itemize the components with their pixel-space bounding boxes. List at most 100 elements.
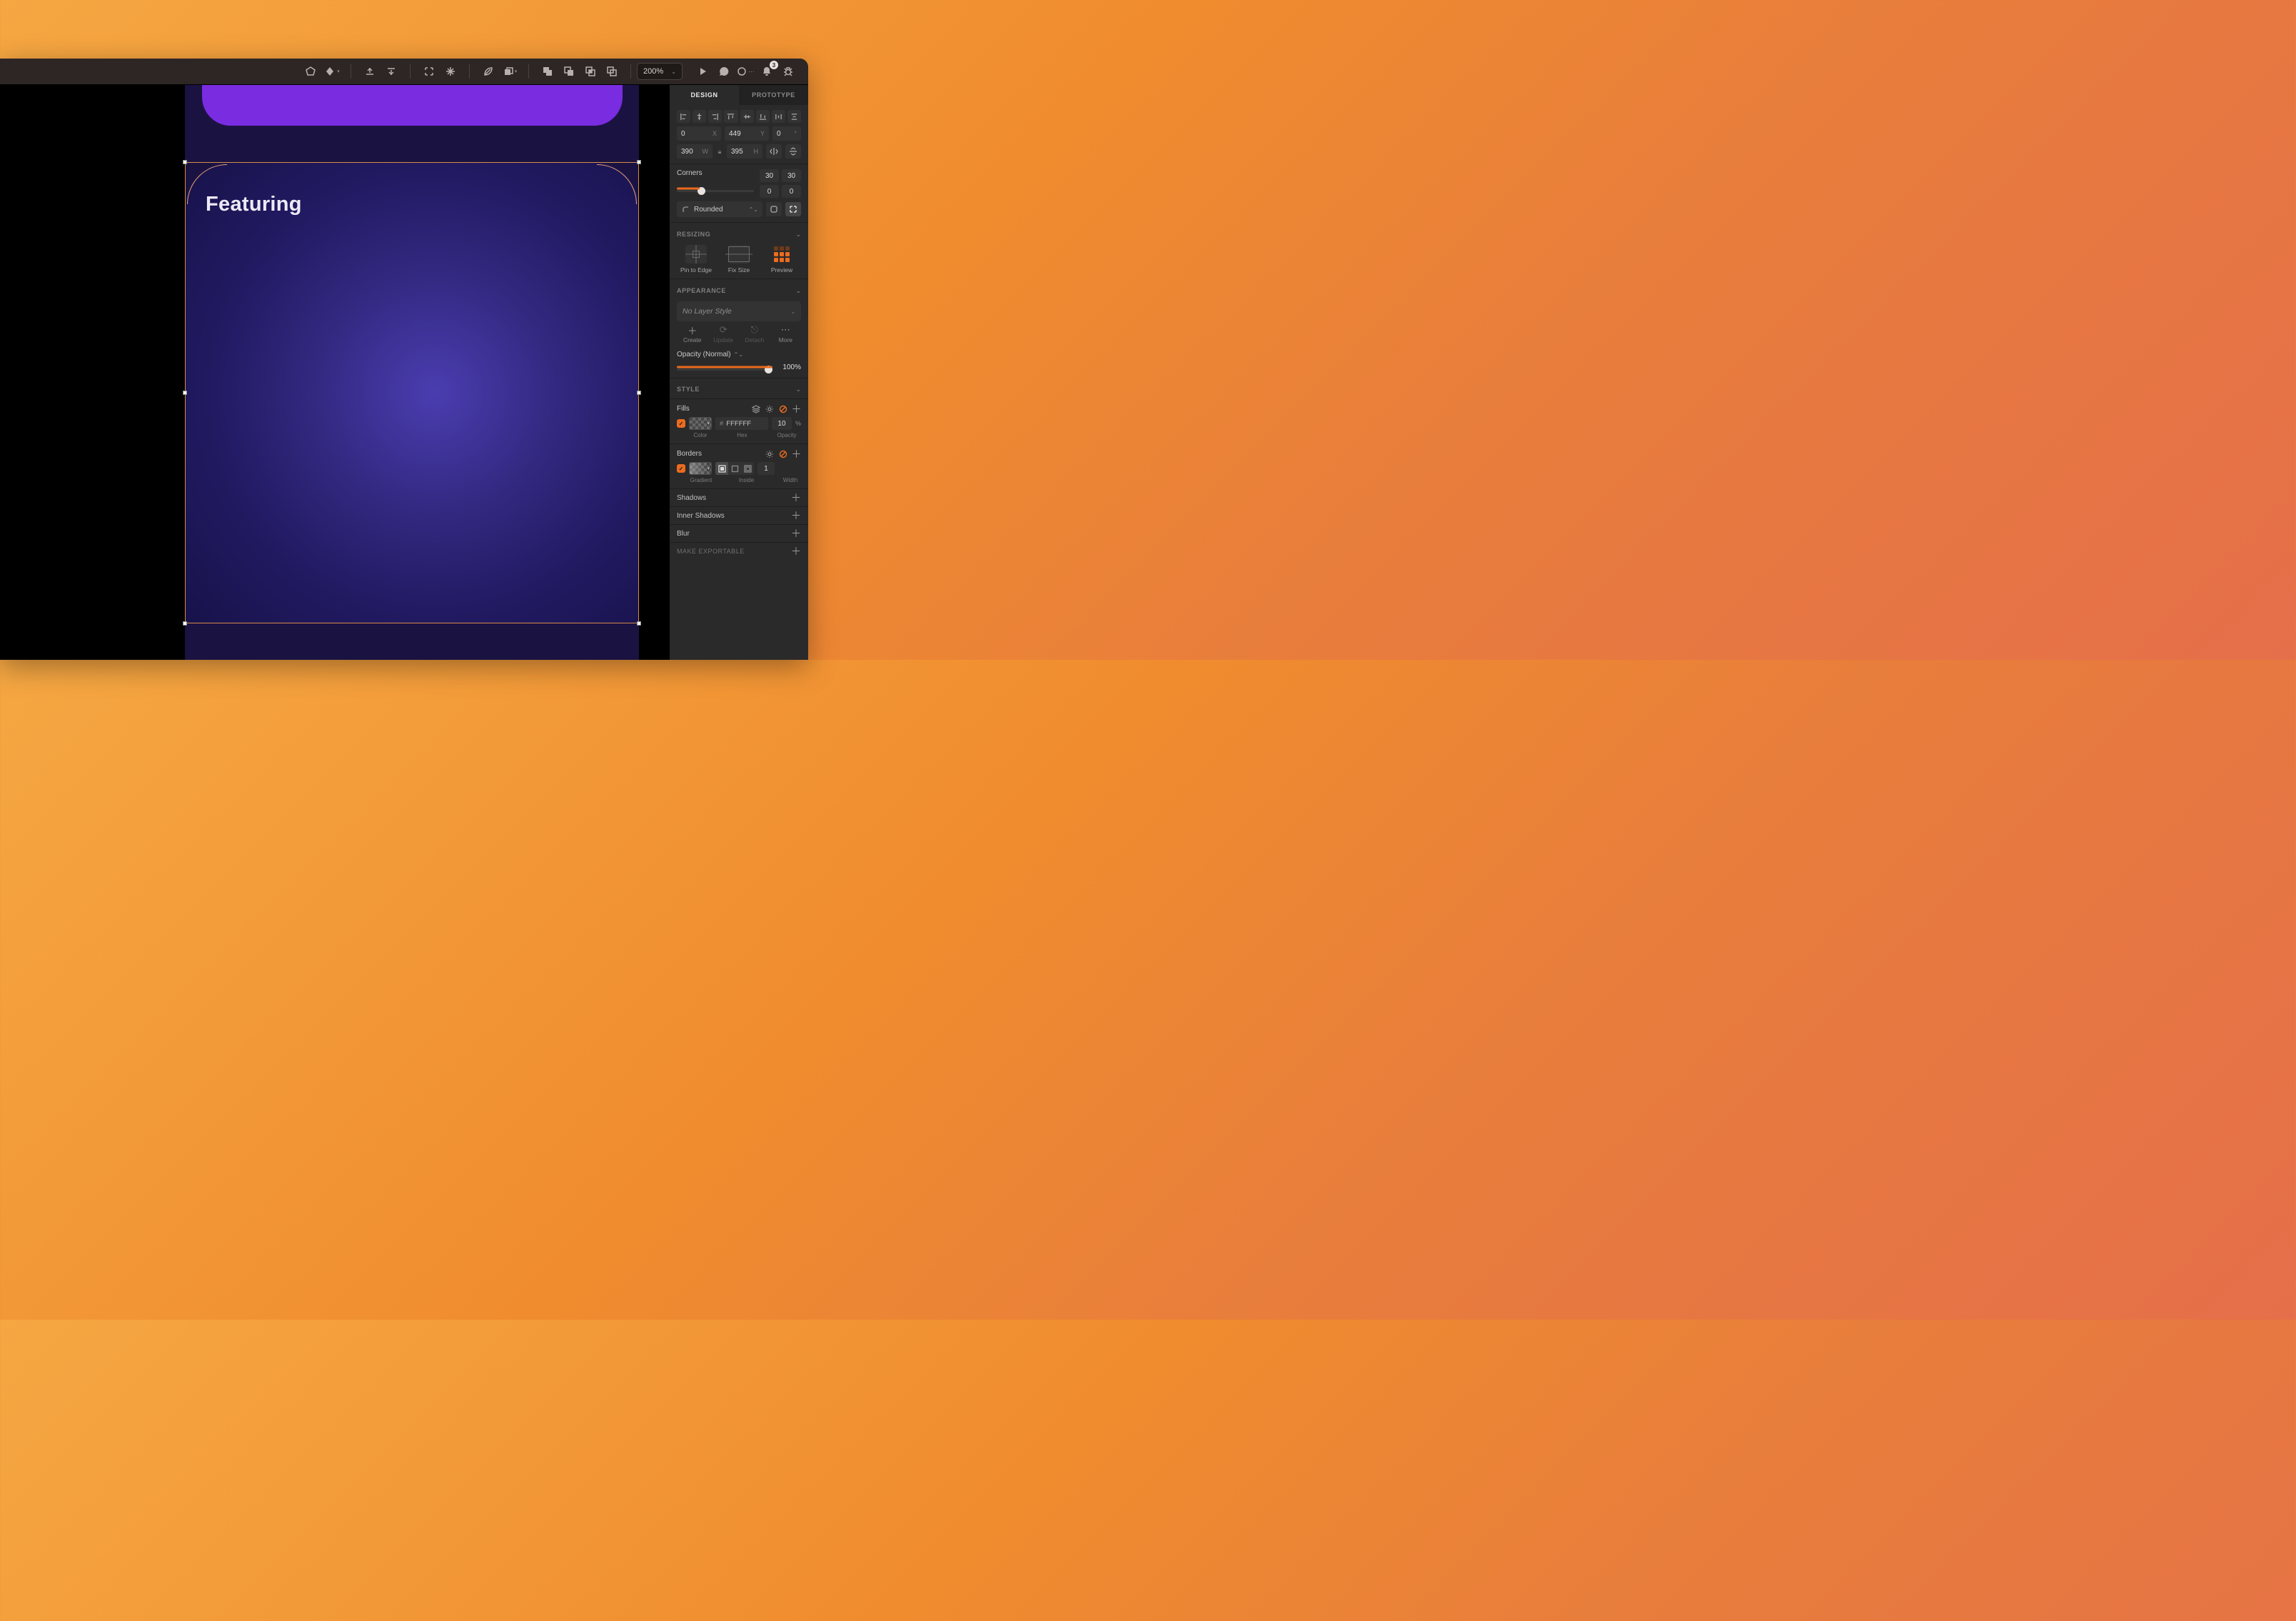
flip-h-icon[interactable] xyxy=(766,144,782,159)
shape-pentagon-tool[interactable] xyxy=(301,62,321,81)
corner-radius-slider[interactable] xyxy=(677,190,754,192)
border-position-toggle xyxy=(715,462,754,475)
blur-row[interactable]: Blur＋ xyxy=(677,525,801,542)
border-outside-icon[interactable] xyxy=(741,462,754,475)
focus-tool-icon[interactable] xyxy=(419,62,439,81)
align-right-icon[interactable] xyxy=(708,110,722,123)
inspector-tabs: DESIGN PROTOTYPE xyxy=(670,85,808,105)
notifications-icon[interactable]: 3 xyxy=(757,62,777,81)
fill-color-swatch[interactable]: ▾ xyxy=(689,417,712,430)
intersect-icon[interactable] xyxy=(580,62,600,81)
full-corners-icon[interactable] xyxy=(785,202,801,216)
corner-style-select[interactable]: Rounded ⌃⌄ xyxy=(677,201,762,217)
corner-tl-field[interactable]: 30 xyxy=(760,169,779,182)
tab-design[interactable]: DESIGN xyxy=(670,85,739,105)
opacity-value[interactable]: 100% xyxy=(777,363,801,371)
smooth-corners-icon[interactable] xyxy=(766,202,782,216)
add-export-icon[interactable]: ＋ xyxy=(791,546,801,556)
stack-tool-icon[interactable]: ▾ xyxy=(500,62,520,81)
add-inner-shadow-icon[interactable]: ＋ xyxy=(791,511,801,521)
resize-preview: Preview xyxy=(762,245,801,273)
add-border-icon[interactable]: ＋ xyxy=(792,449,801,458)
fills-label: Fills xyxy=(677,405,690,413)
leaf-tool-icon[interactable] xyxy=(478,62,498,81)
no-border-icon[interactable] xyxy=(778,449,787,458)
layers-icon[interactable] xyxy=(751,404,760,413)
gear-icon[interactable] xyxy=(765,449,774,458)
style-header: STYLE xyxy=(677,386,700,393)
appearance-header: APPEARANCE xyxy=(677,287,726,294)
fill-hex-field[interactable]: #FFFFFF xyxy=(715,417,768,430)
y-field[interactable]: 449Y xyxy=(725,126,769,141)
shadows-row[interactable]: Shadows＋ xyxy=(677,489,801,506)
make-exportable-row[interactable]: MAKE EXPORTABLE＋ xyxy=(677,543,801,560)
fill-enabled-checkbox[interactable]: ✓ xyxy=(677,419,685,428)
create-style-button[interactable]: ＋Create xyxy=(677,326,708,343)
opacity-slider[interactable] xyxy=(677,368,772,371)
corner-br-field[interactable]: 0 xyxy=(782,185,801,198)
border-inside-icon[interactable] xyxy=(715,462,728,475)
zoom-value: 200% xyxy=(643,67,663,76)
collapse-icon[interactable]: ⌄ xyxy=(795,386,801,393)
app-window: ▾ ▾ 200% ⌄ ⋯ xyxy=(0,59,808,660)
x-field[interactable]: 0X xyxy=(677,126,721,141)
distribute-v-icon[interactable] xyxy=(787,110,801,123)
corners-label: Corners xyxy=(677,169,754,177)
lock-aspect-icon[interactable]: 🔒︎ xyxy=(716,148,723,156)
update-style-button: ⟳Update xyxy=(708,326,740,343)
chat-icon[interactable] xyxy=(714,62,734,81)
union-icon[interactable] xyxy=(538,62,558,81)
inner-shadows-row[interactable]: Inner Shadows＋ xyxy=(677,507,801,524)
collapse-icon[interactable]: ⌄ xyxy=(795,231,801,239)
fix-size-button[interactable]: Fix Size xyxy=(720,245,758,273)
no-fill-icon[interactable] xyxy=(778,404,787,413)
width-field[interactable]: 390W xyxy=(677,144,713,159)
rounded-icon xyxy=(681,205,690,214)
border-center-icon[interactable] xyxy=(728,462,741,475)
distribute-h-icon[interactable] xyxy=(772,110,785,123)
notification-badge: 3 xyxy=(770,61,778,69)
zoom-select[interactable]: 200% ⌄ xyxy=(637,63,683,80)
sparkle-tool-icon[interactable] xyxy=(440,62,460,81)
backward-tool-icon[interactable] xyxy=(381,62,401,81)
moon-icon[interactable]: ⋯ xyxy=(735,62,755,81)
layer-style-select[interactable]: No Layer Style⌄ xyxy=(677,301,801,321)
align-bottom-icon[interactable] xyxy=(756,110,770,123)
fill-opacity-field[interactable]: 10 xyxy=(772,417,792,430)
play-icon[interactable] xyxy=(693,62,713,81)
tab-prototype[interactable]: PROTOTYPE xyxy=(739,85,808,105)
canvas[interactable]: Featuring xyxy=(0,85,670,660)
shape-diamond-tool[interactable]: ▾ xyxy=(322,62,342,81)
rotation-field[interactable]: 0° xyxy=(772,126,801,141)
height-field[interactable]: 395H xyxy=(727,144,762,159)
align-left-icon[interactable] xyxy=(677,110,690,123)
more-style-button[interactable]: ⋯More xyxy=(770,326,802,343)
bug-icon[interactable] xyxy=(778,62,798,81)
align-top-icon[interactable] xyxy=(724,110,737,123)
selected-frame[interactable]: Featuring xyxy=(186,163,638,623)
corner-bl-field[interactable]: 0 xyxy=(760,185,779,198)
collapse-icon[interactable]: ⌄ xyxy=(795,287,801,295)
percent-label: % xyxy=(795,420,801,427)
forward-tool-icon[interactable] xyxy=(360,62,380,81)
pin-to-edge-button[interactable]: Pin to Edge xyxy=(677,245,715,273)
border-width-field[interactable]: 1 xyxy=(757,462,775,475)
subtract-icon[interactable] xyxy=(559,62,579,81)
add-shadow-icon[interactable]: ＋ xyxy=(791,493,801,503)
flip-v-icon[interactable] xyxy=(785,144,801,159)
border-gradient-swatch[interactable]: ▾ xyxy=(689,462,712,475)
corner-tr-field[interactable]: 30 xyxy=(782,169,801,182)
gear-icon[interactable] xyxy=(765,404,774,413)
add-blur-icon[interactable]: ＋ xyxy=(791,528,801,538)
add-fill-icon[interactable]: ＋ xyxy=(792,404,801,413)
detach-style-button: ⎋Detach xyxy=(739,326,770,343)
artboard-top-element xyxy=(202,85,623,126)
border-enabled-checkbox[interactable]: ✓ xyxy=(677,464,685,473)
toolbar: ▾ ▾ 200% ⌄ ⋯ xyxy=(0,59,808,85)
frame-title: Featuring xyxy=(206,193,302,216)
inspector-panel: DESIGN PROTOTYPE 0X 449Y xyxy=(670,85,808,660)
difference-icon[interactable] xyxy=(602,62,622,81)
opacity-label[interactable]: Opacity (Normal)⌃⌄ xyxy=(677,351,801,358)
align-vcenter-icon[interactable] xyxy=(740,110,754,123)
align-hcenter-icon[interactable] xyxy=(693,110,706,123)
